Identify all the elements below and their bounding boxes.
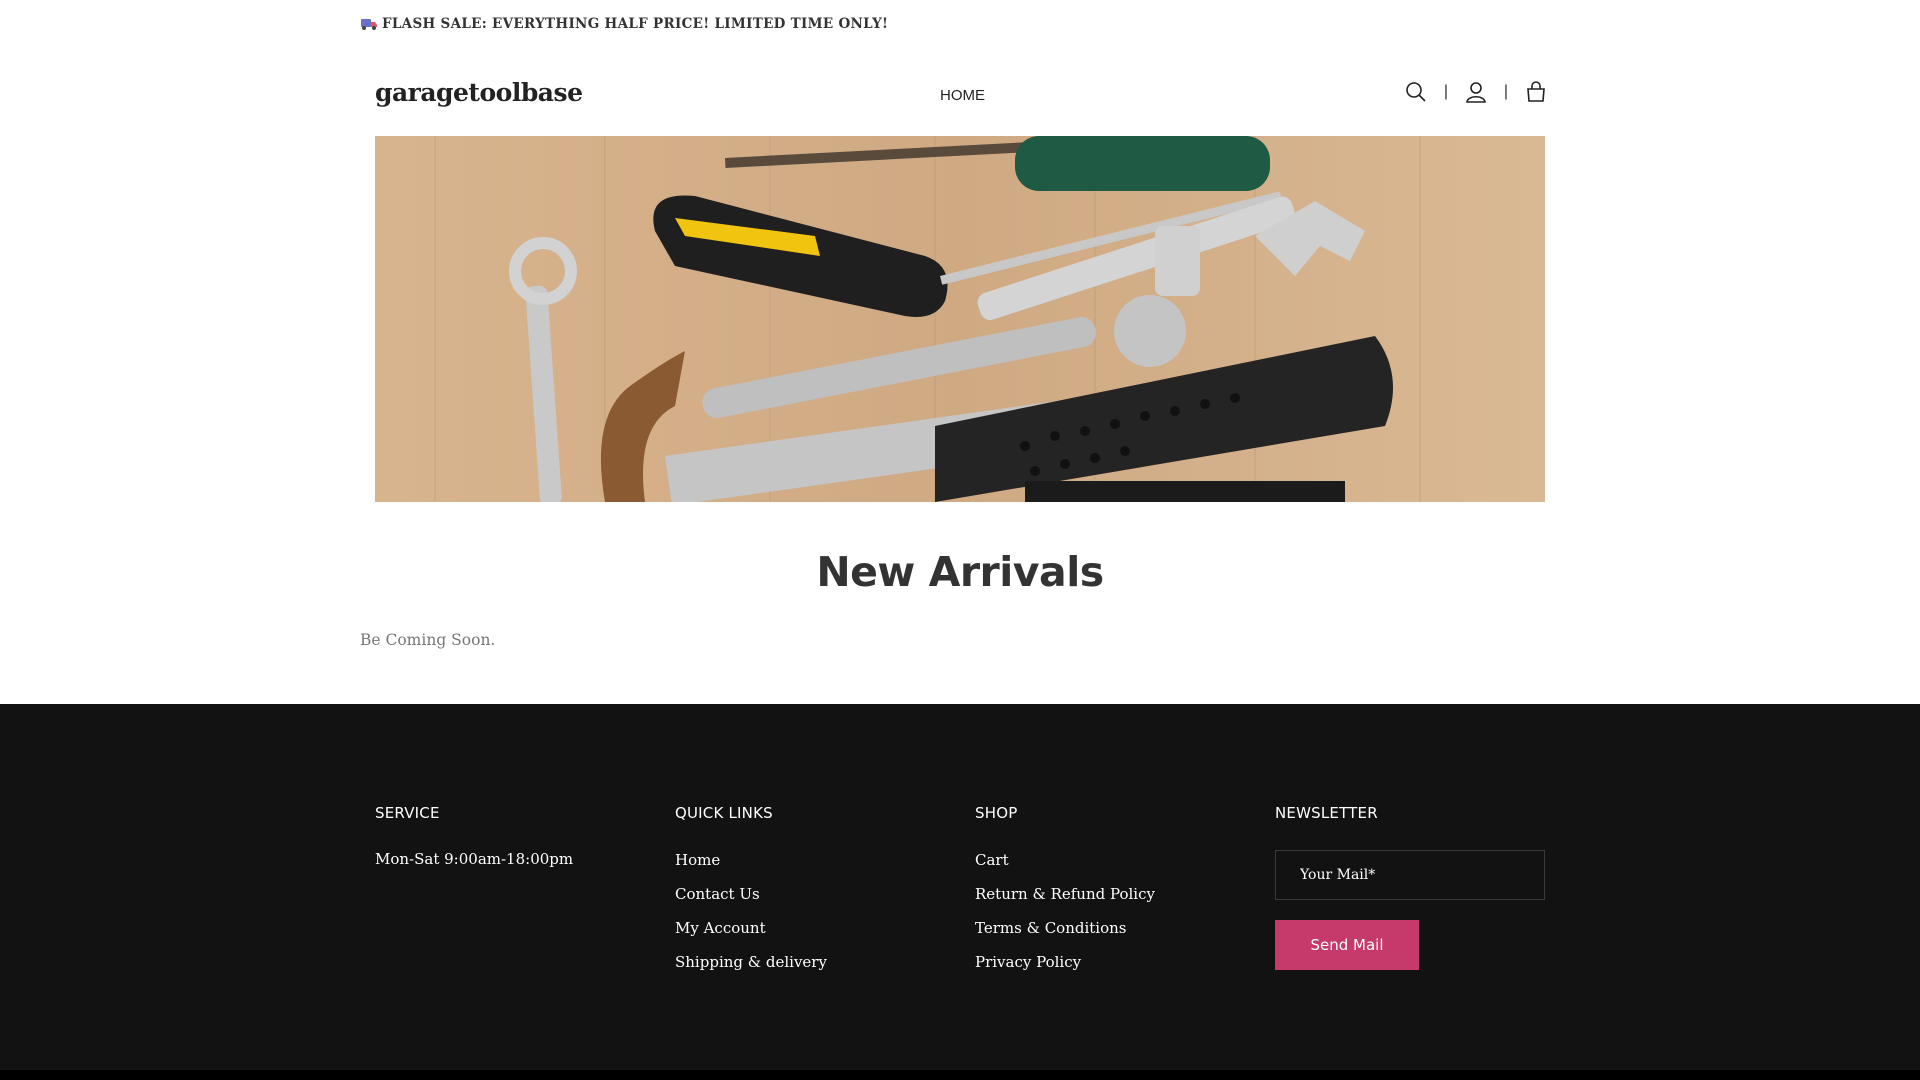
footer-link-my-account[interactable]: My Account — [675, 919, 766, 937]
footer-quick-links-heading: QUICK LINKS — [675, 804, 773, 822]
header-actions: | | — [1404, 80, 1548, 104]
footer-link-shipping[interactable]: Shipping & delivery — [675, 953, 827, 971]
footer-shop-column: SHOP Cart Return & Refund Policy Terms &… — [975, 804, 1155, 986]
footer-service-heading: SERVICE — [375, 804, 440, 822]
header-separator: | — [1503, 83, 1509, 100]
shop-links-list: Cart Return & Refund Policy Terms & Cond… — [975, 850, 1155, 972]
footer-link-refund-policy[interactable]: Return & Refund Policy — [975, 885, 1155, 903]
hero-banner-image — [375, 136, 1545, 502]
announcement-text: FLASH SALE: EVERYTHING HALF PRICE! LIMIT… — [382, 16, 889, 32]
newsletter-email-input[interactable] — [1275, 850, 1545, 900]
footer-bottom-bar — [0, 1070, 1920, 1080]
list-item: Shipping & delivery — [675, 952, 827, 972]
cart-icon[interactable] — [1524, 80, 1548, 104]
footer-link-terms[interactable]: Terms & Conditions — [975, 919, 1126, 937]
footer-newsletter-heading: NEWSLETTER — [1275, 804, 1378, 822]
truck-icon — [360, 17, 378, 31]
nav-home[interactable]: HOME — [940, 87, 985, 104]
list-item: My Account — [675, 918, 827, 938]
header-separator: | — [1443, 83, 1449, 100]
footer-quick-links-column: QUICK LINKS Home Contact Us My Account S… — [675, 804, 827, 986]
list-item: Terms & Conditions — [975, 918, 1155, 938]
new-arrivals-title: New Arrivals — [816, 548, 1104, 596]
list-item: Cart — [975, 850, 1155, 870]
footer-newsletter-column: NEWSLETTER Send Mail — [1275, 804, 1545, 970]
site-logo[interactable]: garagetoolbase — [375, 78, 583, 107]
footer-service-column: SERVICE Mon-Sat 9:00am-18:00pm — [375, 804, 573, 868]
footer-link-privacy[interactable]: Privacy Policy — [975, 953, 1081, 971]
coming-soon-text: Be Coming Soon. — [360, 631, 496, 649]
list-item: Return & Refund Policy — [975, 884, 1155, 904]
footer-link-contact-us[interactable]: Contact Us — [675, 885, 760, 903]
list-item: Contact Us — [675, 884, 827, 904]
user-icon[interactable] — [1464, 80, 1488, 104]
quick-links-list: Home Contact Us My Account Shipping & de… — [675, 850, 827, 972]
service-hours: Mon-Sat 9:00am-18:00pm — [375, 850, 574, 868]
footer-link-home[interactable]: Home — [675, 851, 720, 869]
footer-link-cart[interactable]: Cart — [975, 851, 1009, 869]
site-footer: SERVICE Mon-Sat 9:00am-18:00pm QUICK LIN… — [0, 704, 1920, 1070]
search-icon[interactable] — [1404, 80, 1428, 104]
send-mail-button[interactable]: Send Mail — [1275, 920, 1419, 970]
list-item: Home — [675, 850, 827, 870]
footer-shop-heading: SHOP — [975, 804, 1018, 822]
list-item: Privacy Policy — [975, 952, 1155, 972]
announcement-bar: FLASH SALE: EVERYTHING HALF PRICE! LIMIT… — [360, 16, 888, 32]
